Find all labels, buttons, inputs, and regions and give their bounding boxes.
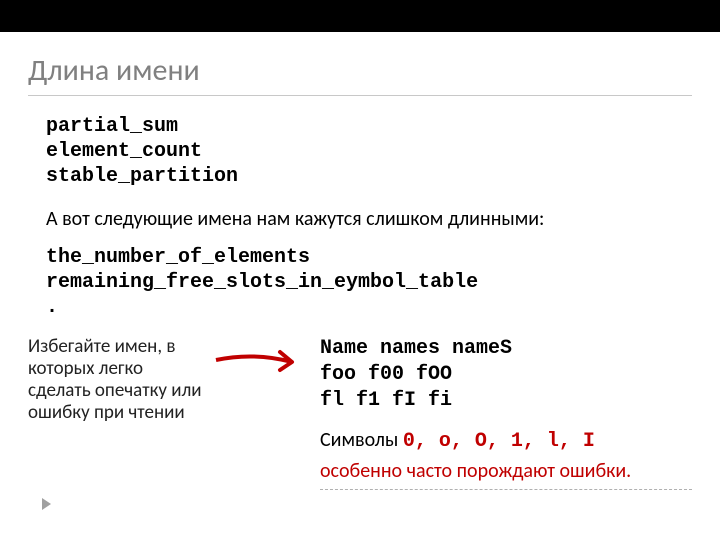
slide-content: Длина имени partial_sum element_count st…: [0, 32, 720, 510]
symbols-list: 0, o, O, 1, l, I: [403, 430, 595, 453]
intro-text: А вот следующие имена нам кажутся слишко…: [28, 207, 692, 231]
code-line: remaining_free_slots_in_eymbol_table: [46, 270, 692, 295]
code-line: partial_sum: [46, 114, 692, 139]
note-row: Избегайте имен, в которых легко сделать …: [28, 336, 692, 490]
tricky-names-code: Name names nameS foo f00 fOO fl f1 fI fi: [320, 336, 692, 414]
tricky-block: Name names nameS foo f00 fOO fl f1 fI fi…: [320, 336, 692, 490]
code-line: the_number_of_elements: [46, 245, 692, 270]
long-names-code: the_number_of_elements remaining_free_sl…: [28, 245, 692, 320]
avoid-note: Избегайте имен, в которых легко сделать …: [28, 336, 206, 423]
code-line: Name names nameS: [320, 336, 692, 362]
top-black-bar: [0, 0, 720, 32]
code-line: element_count: [46, 139, 692, 164]
warning-text: особенно часто порождают ошибки.: [320, 459, 692, 490]
code-line: stable_partition: [46, 164, 692, 189]
code-line: foo f00 fOO: [320, 362, 692, 388]
good-names-code: partial_sum element_count stable_partiti…: [28, 114, 692, 189]
code-line: .: [46, 295, 692, 320]
symbols-line: Символы 0, o, O, 1, l, I: [320, 428, 692, 453]
arrow-icon: [214, 346, 312, 382]
bullet-icon: [42, 498, 51, 510]
code-line: fl f1 fI fi: [320, 388, 692, 414]
slide-title: Длина имени: [28, 52, 692, 96]
symbols-label: Символы: [320, 428, 398, 452]
